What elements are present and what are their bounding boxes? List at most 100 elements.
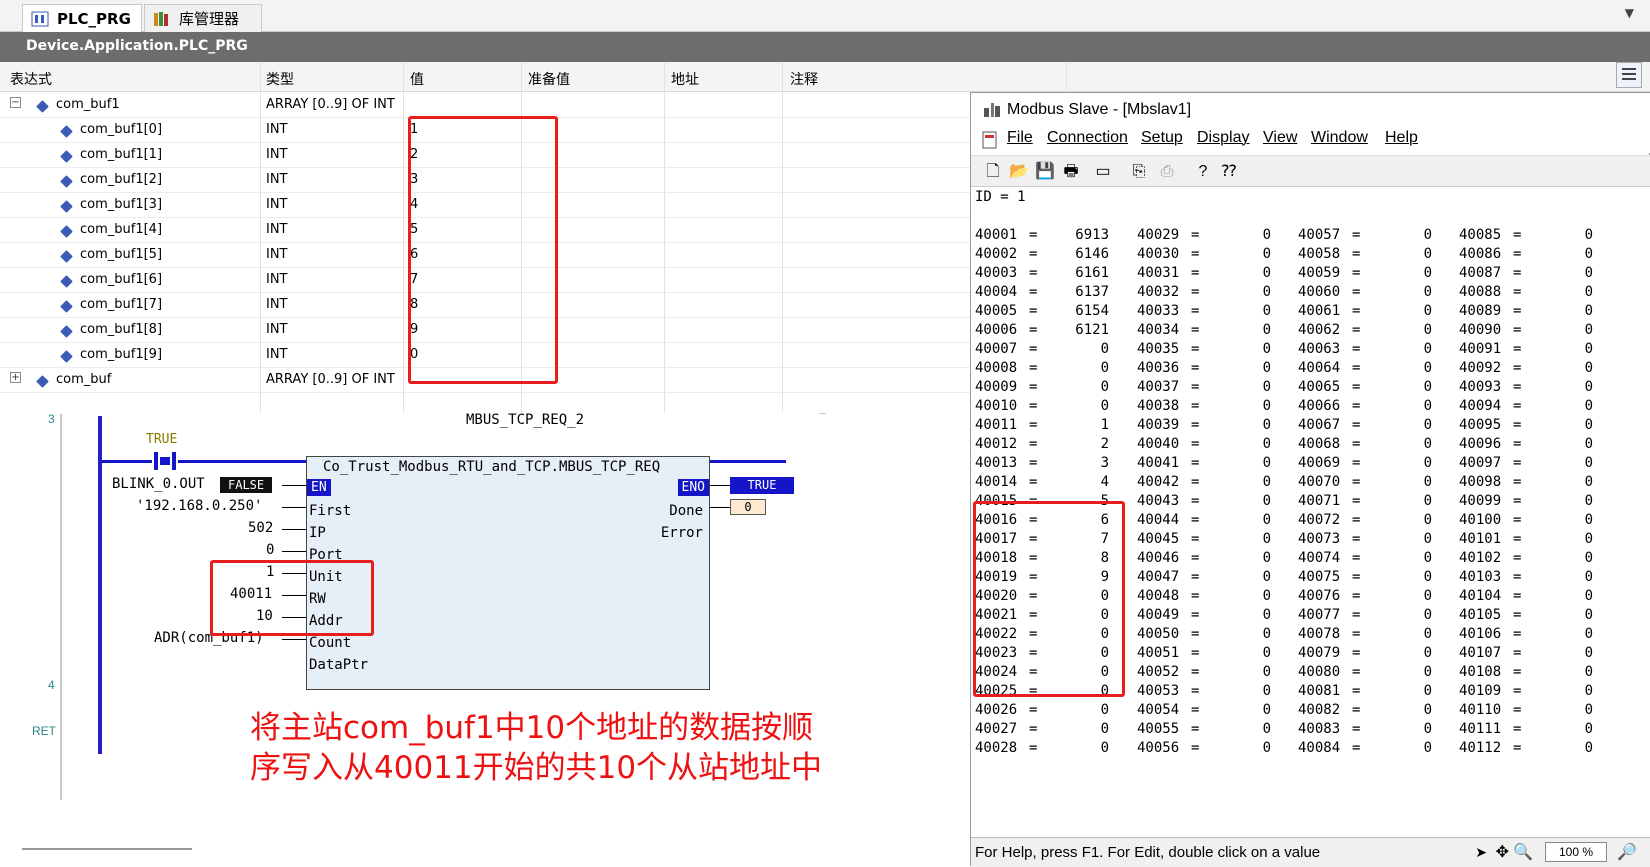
register-value[interactable]: 0 (1543, 740, 1593, 756)
chevron-down-icon[interactable]: ▼ (1625, 6, 1634, 20)
register-value[interactable]: 0 (1059, 740, 1109, 756)
register-value[interactable]: 0 (1382, 588, 1432, 604)
register-value[interactable]: 0 (1382, 550, 1432, 566)
register-value[interactable]: 0 (1382, 626, 1432, 642)
list-icon[interactable] (1616, 62, 1642, 88)
register-value[interactable]: 0 (1221, 493, 1271, 509)
register-value[interactable]: 0 (1543, 645, 1593, 661)
register-value[interactable]: 0 (1221, 664, 1271, 680)
register-value[interactable]: 0 (1221, 588, 1271, 604)
register-value[interactable]: 0 (1382, 322, 1432, 338)
register-value[interactable]: 0 (1382, 303, 1432, 319)
register-value[interactable]: 0 (1543, 721, 1593, 737)
help-icon[interactable]: ? (1193, 162, 1213, 182)
register-value[interactable]: 0 (1543, 379, 1593, 395)
register-value[interactable]: 0 (1059, 379, 1109, 395)
register-value[interactable]: 1 (1059, 417, 1109, 433)
register-value[interactable]: 0 (1221, 246, 1271, 262)
save-icon[interactable]: 💾 (1035, 162, 1055, 182)
register-value[interactable]: 0 (1221, 436, 1271, 452)
register-value[interactable]: 6161 (1059, 265, 1109, 281)
register-value[interactable]: 0 (1543, 569, 1593, 585)
register-value[interactable]: 0 (1543, 607, 1593, 623)
expand-toggle-icon[interactable]: − (10, 97, 21, 108)
register-value[interactable]: 6913 (1059, 227, 1109, 243)
register-value[interactable]: 0 (1543, 398, 1593, 414)
register-value[interactable]: 0 (1543, 303, 1593, 319)
register-value[interactable]: 0 (1221, 379, 1271, 395)
register-value[interactable]: 0 (1221, 265, 1271, 281)
register-value[interactable]: 0 (1059, 721, 1109, 737)
register-value[interactable]: 0 (1221, 455, 1271, 471)
register-value[interactable]: 0 (1382, 531, 1432, 547)
menu-setup[interactable]: Setup (1141, 129, 1183, 147)
open-folder-icon[interactable]: 📂 (1009, 162, 1029, 182)
column-header-prepared-value[interactable]: 准备值 (528, 69, 570, 89)
register-value[interactable]: 4 (1059, 474, 1109, 490)
register-value[interactable]: 3 (1059, 455, 1109, 471)
arg-ip[interactable]: '192.168.0.250' (136, 498, 262, 514)
register-value[interactable]: 0 (1543, 531, 1593, 547)
register-value[interactable]: 0 (1543, 265, 1593, 281)
register-value[interactable]: 0 (1221, 740, 1271, 756)
register-value[interactable]: 0 (1382, 398, 1432, 414)
horizontal-scrollbar[interactable] (22, 848, 192, 850)
select-cursor-icon[interactable]: ➤ (1475, 844, 1487, 861)
register-value[interactable]: 0 (1382, 227, 1432, 243)
register-value[interactable]: 0 (1382, 664, 1432, 680)
menu-view[interactable]: View (1263, 129, 1297, 147)
register-value[interactable]: 0 (1543, 493, 1593, 509)
register-value[interactable]: 0 (1221, 721, 1271, 737)
register-value[interactable]: 0 (1382, 493, 1432, 509)
register-value[interactable]: 6137 (1059, 284, 1109, 300)
register-value[interactable]: 0 (1382, 379, 1432, 395)
register-value[interactable]: 6146 (1059, 246, 1109, 262)
new-file-icon[interactable]: 🗋 (983, 162, 1003, 182)
column-header-expression[interactable]: 表达式 (10, 69, 52, 89)
menu-file[interactable]: File (1007, 129, 1033, 147)
register-value[interactable]: 0 (1221, 683, 1271, 699)
register-value[interactable]: 6154 (1059, 303, 1109, 319)
arg-first[interactable]: BLINK_0.OUT (112, 476, 205, 492)
register-value[interactable]: 0 (1543, 512, 1593, 528)
register-value[interactable]: 0 (1543, 322, 1593, 338)
register-value[interactable]: 0 (1382, 284, 1432, 300)
register-value[interactable]: 0 (1382, 607, 1432, 623)
menu-help[interactable]: Help (1385, 129, 1418, 147)
register-value[interactable]: 0 (1543, 246, 1593, 262)
register-value[interactable]: 0 (1543, 626, 1593, 642)
register-value[interactable]: 0 (1543, 683, 1593, 699)
column-header-value[interactable]: 值 (410, 69, 424, 89)
menu-display[interactable]: Display (1197, 129, 1249, 147)
zoom-level[interactable]: 100 % (1545, 842, 1607, 862)
register-value[interactable]: 0 (1221, 607, 1271, 623)
arg-port[interactable]: 502 (248, 520, 273, 536)
arg-unit[interactable]: 0 (266, 542, 274, 558)
column-header-comment[interactable]: 注释 (790, 69, 818, 89)
register-value[interactable]: 0 (1382, 645, 1432, 661)
register-value[interactable]: 0 (1221, 702, 1271, 718)
expand-toggle-icon[interactable]: + (10, 372, 21, 383)
fb-instance-name[interactable]: MBUS_TCP_REQ_2 (466, 412, 584, 428)
menu-connection[interactable]: Connection (1047, 129, 1128, 147)
register-value[interactable]: 0 (1543, 550, 1593, 566)
register-value[interactable]: 0 (1543, 664, 1593, 680)
register-value[interactable]: 0 (1382, 683, 1432, 699)
zoom-icon[interactable]: 🔍 (1513, 842, 1533, 862)
register-value[interactable]: 0 (1382, 740, 1432, 756)
register-value[interactable]: 0 (1221, 512, 1271, 528)
register-value[interactable]: 0 (1543, 455, 1593, 471)
register-value[interactable]: 0 (1543, 588, 1593, 604)
register-value[interactable]: 0 (1543, 360, 1593, 376)
menu-window[interactable]: Window (1311, 129, 1368, 147)
tab-plc-prg[interactable]: PLC_PRG × (22, 4, 157, 32)
register-value[interactable]: 0 (1221, 227, 1271, 243)
register-value[interactable]: 0 (1543, 436, 1593, 452)
register-value[interactable]: 0 (1221, 474, 1271, 490)
register-value[interactable]: 0 (1543, 417, 1593, 433)
register-value[interactable]: 0 (1382, 474, 1432, 490)
register-value[interactable]: 0 (1543, 341, 1593, 357)
register-value[interactable]: 0 (1221, 284, 1271, 300)
register-value[interactable]: 0 (1382, 721, 1432, 737)
register-value[interactable]: 0 (1221, 341, 1271, 357)
